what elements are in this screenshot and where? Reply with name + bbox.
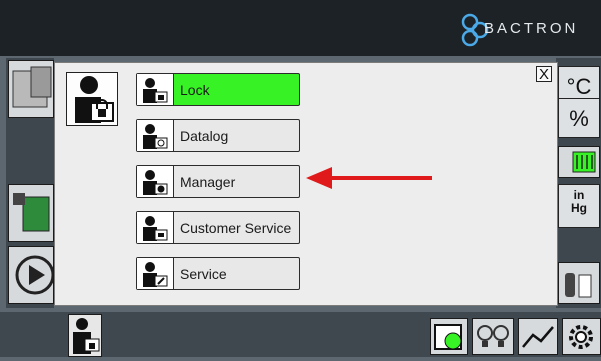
user-lock-small-icon [73, 318, 100, 354]
chamber-button[interactable] [8, 60, 54, 118]
pressure-unit-bottom: Hg [571, 201, 587, 215]
customer-service-button[interactable]: Customer Service [136, 211, 300, 244]
calendar-icon [434, 324, 462, 350]
lighting-button[interactable] [472, 318, 514, 355]
user-lock-icon [66, 72, 118, 126]
gas-button[interactable] [558, 262, 600, 304]
user-login-button[interactable] [68, 314, 102, 357]
chamber-icon [12, 66, 52, 108]
lock-button[interactable]: Lock [136, 73, 300, 106]
gas-cylinder-icon [565, 273, 592, 298]
dialog-close-button[interactable]: X [536, 66, 552, 82]
light-bulb-icon [477, 325, 509, 347]
logo-text: BACTRON [484, 20, 579, 37]
lock-label: Lock [180, 81, 210, 98]
manager-button[interactable]: Manager [136, 165, 300, 198]
manager-icon [137, 166, 174, 197]
humidity-unit: % [558, 98, 600, 138]
line-graph-icon [522, 326, 554, 348]
heater-icon [572, 151, 596, 173]
door-lock-icon [13, 193, 50, 232]
cycle-icon [15, 255, 55, 295]
datalog-label: Datalog [180, 127, 229, 144]
schedule-button[interactable] [430, 318, 468, 355]
heater-button[interactable] [558, 146, 600, 178]
pressure-unit: in Hg [558, 184, 600, 228]
manager-label: Manager [180, 173, 236, 190]
annotation-arrow [306, 167, 432, 189]
card-icon [137, 212, 174, 243]
datalog-button[interactable]: Datalog [136, 119, 300, 152]
clock-icon [137, 120, 174, 151]
graph-button[interactable] [518, 318, 558, 355]
door-lock-button[interactable] [8, 184, 54, 242]
cycle-button[interactable] [8, 246, 55, 304]
customer-service-label: Customer Service [180, 219, 292, 236]
service-button[interactable]: Service [136, 257, 300, 290]
gear-icon [569, 325, 593, 349]
padlock-icon [137, 74, 174, 105]
settings-button[interactable] [562, 318, 601, 355]
wrench-icon [137, 258, 174, 289]
service-label: Service [180, 265, 227, 282]
